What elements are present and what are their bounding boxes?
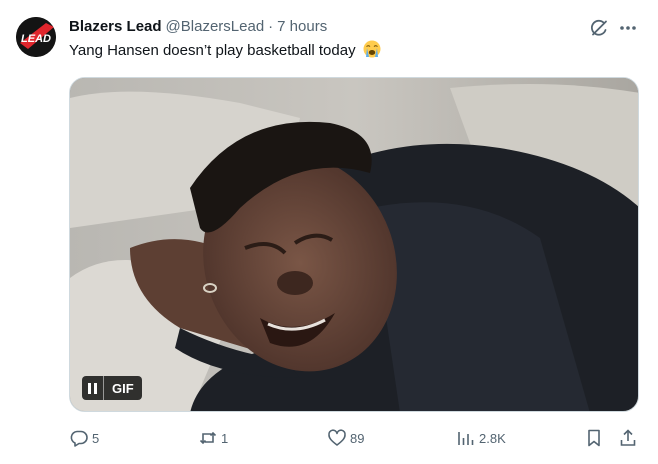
- avatar-logo-text: LEAD: [21, 33, 51, 45]
- heart-icon: [328, 429, 346, 446]
- gif-media[interactable]: GIF: [69, 77, 639, 412]
- bookmark-icon: [588, 429, 600, 447]
- tweet-text: Yang Hansen doesn’t play basketball toda…: [69, 40, 381, 61]
- bookmark-button[interactable]: [584, 424, 604, 452]
- tweet-text-content: Yang Hansen doesn’t play basketball toda…: [69, 42, 356, 59]
- views-button[interactable]: 2.8K: [456, 424, 506, 452]
- share-icon: [620, 429, 636, 446]
- analytics-icon: [458, 432, 474, 445]
- reply-button[interactable]: 5: [69, 424, 99, 452]
- tweet-timestamp[interactable]: 7 hours: [277, 18, 327, 35]
- author-name[interactable]: Blazers Lead: [69, 18, 162, 35]
- grok-icon[interactable]: [589, 18, 609, 38]
- pause-icon[interactable]: [82, 376, 104, 400]
- reply-count: 5: [92, 430, 100, 446]
- views-count: 2.8K: [479, 430, 506, 446]
- gif-frame-image: [70, 78, 638, 411]
- loudly-crying-face-icon: [363, 40, 381, 58]
- header-separator: ·: [268, 17, 274, 35]
- repost-count: 1: [221, 430, 229, 446]
- more-options-icon[interactable]: [617, 18, 639, 38]
- tweet-card[interactable]: LEAD Blazers Lead @BlazersLead · 7 hours…: [0, 0, 658, 464]
- like-button[interactable]: 89: [327, 424, 364, 452]
- gif-badge: GIF: [82, 376, 142, 400]
- action-bar: 5 1 89 2.8K: [0, 424, 658, 452]
- repost-button[interactable]: 1: [198, 424, 228, 452]
- tweet-header: Blazers Lead @BlazersLead · 7 hours: [69, 14, 327, 38]
- repost-icon: [199, 431, 217, 445]
- gif-label: GIF: [112, 380, 134, 396]
- share-button[interactable]: [618, 424, 638, 452]
- author-avatar[interactable]: LEAD: [16, 17, 56, 57]
- reply-icon: [70, 430, 88, 447]
- like-count: 89: [350, 430, 365, 446]
- author-handle[interactable]: @BlazersLead: [166, 18, 265, 35]
